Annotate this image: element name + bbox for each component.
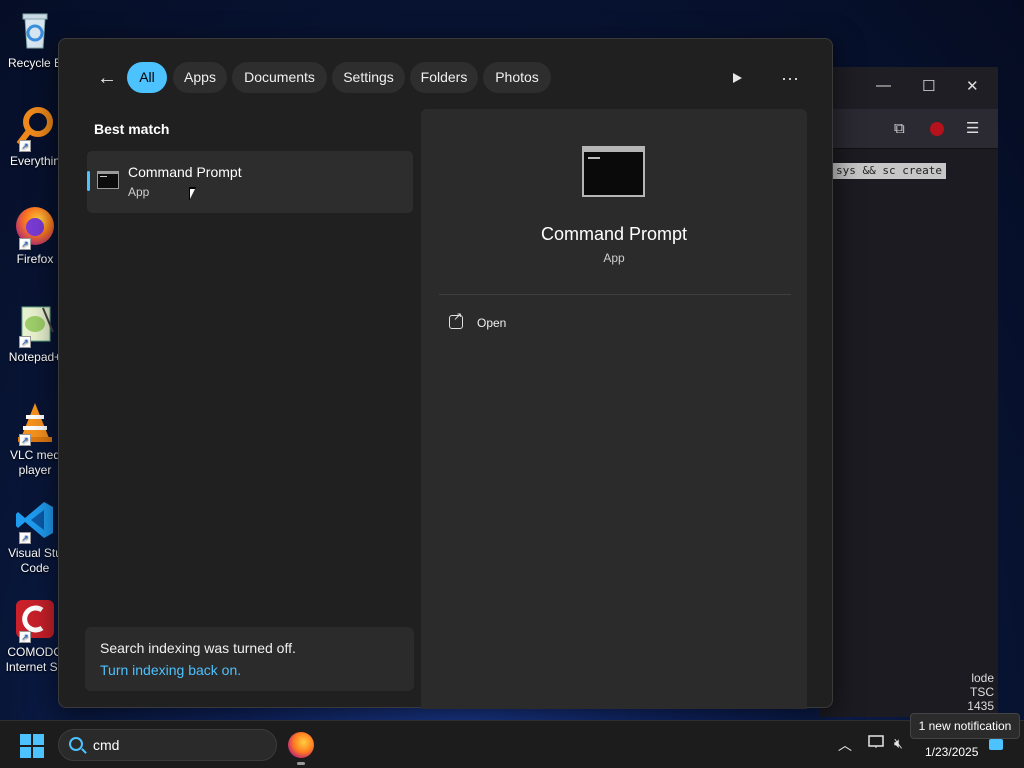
shortcut-arrow-icon: ↗ bbox=[19, 434, 31, 446]
status-text-2: TSC bbox=[970, 685, 994, 699]
browser-content: sys && sc create lode TSC 1435 bbox=[820, 149, 998, 717]
taskbar-search-box[interactable] bbox=[58, 729, 277, 761]
maximize-icon[interactable]: ☐ bbox=[922, 77, 935, 95]
mouse-cursor-fill bbox=[190, 189, 200, 199]
clock-date[interactable]: 1/23/2025 bbox=[925, 745, 978, 759]
shortcut-arrow-icon: ↗ bbox=[19, 631, 31, 643]
ellipsis-icon: ··· bbox=[781, 68, 799, 88]
divider bbox=[439, 294, 791, 295]
selected-code-text: sys && sc create bbox=[832, 163, 946, 179]
back-button[interactable]: ← bbox=[93, 65, 121, 93]
window-titlebar: — ☐ ✕ bbox=[820, 67, 998, 109]
filter-documents[interactable]: Documents bbox=[232, 62, 327, 93]
command-prompt-large-icon bbox=[582, 146, 645, 197]
everything-search-icon: ↗ bbox=[13, 106, 57, 152]
notification-toast[interactable]: 1 new notification bbox=[910, 713, 1020, 739]
open-external-icon bbox=[449, 310, 463, 329]
windows-logo-tile bbox=[20, 747, 31, 758]
status-text-1: lode bbox=[971, 671, 994, 685]
ublock-origin-icon[interactable] bbox=[930, 122, 944, 136]
filter-apps[interactable]: Apps bbox=[173, 62, 227, 93]
filter-photos[interactable]: Photos bbox=[483, 62, 551, 93]
search-input[interactable] bbox=[93, 736, 263, 754]
turn-indexing-on-link[interactable]: Turn indexing back on. bbox=[100, 662, 241, 678]
detail-title: Command Prompt bbox=[540, 224, 688, 244]
start-button[interactable] bbox=[20, 734, 44, 758]
indexing-notice-text: Search indexing was turned off. bbox=[100, 640, 296, 656]
filter-folders[interactable]: Folders bbox=[410, 62, 478, 93]
open-label: Open bbox=[477, 316, 507, 330]
shortcut-arrow-icon: ↗ bbox=[19, 238, 31, 250]
notepad-plus-plus-icon: ↗ bbox=[13, 302, 57, 348]
play-more-filters-button[interactable] bbox=[722, 63, 752, 93]
close-icon[interactable]: ✕ bbox=[966, 77, 979, 95]
chevron-up-icon[interactable]: ︿ bbox=[838, 735, 852, 755]
shortcut-arrow-icon: ↗ bbox=[19, 336, 31, 348]
menu-icon[interactable]: ☰ bbox=[966, 119, 979, 137]
result-title: Command Prompt bbox=[128, 164, 242, 180]
taskbar-firefox-icon[interactable] bbox=[288, 732, 314, 758]
best-match-result[interactable]: Command Prompt App bbox=[87, 151, 413, 213]
filter-settings[interactable]: Settings bbox=[332, 62, 405, 93]
windows-logo-tile bbox=[33, 734, 44, 745]
network-icon[interactable] bbox=[868, 735, 884, 752]
background-browser-window[interactable]: — ☐ ✕ ⧉ ☰ sys && sc create lode TSC 1435 bbox=[820, 67, 998, 717]
notification-icon[interactable] bbox=[989, 739, 1003, 750]
status-text-3: 1435 bbox=[967, 699, 994, 713]
open-action[interactable]: Open bbox=[439, 307, 791, 341]
arrow-left-icon: ← bbox=[97, 67, 117, 89]
start-search-panel: ← All Apps Documents Settings Folders Ph… bbox=[58, 38, 833, 709]
taskbar: ︿ 🔇︎ 1/23/2025 bbox=[0, 720, 1024, 768]
windows-logo-tile bbox=[33, 747, 44, 758]
play-icon bbox=[733, 72, 742, 83]
detail-subtitle: App bbox=[603, 251, 625, 265]
minimize-icon[interactable]: — bbox=[876, 77, 891, 94]
more-options-button[interactable]: ··· bbox=[775, 63, 805, 93]
vscode-icon: ↗ bbox=[13, 498, 57, 544]
filter-all[interactable]: All bbox=[127, 62, 167, 93]
comodo-icon: ↗ bbox=[13, 597, 57, 643]
shortcut-arrow-icon: ↗ bbox=[19, 532, 31, 544]
recycle-bin-icon bbox=[13, 8, 57, 52]
command-prompt-icon bbox=[97, 171, 119, 189]
result-detail-pane: Command Prompt App Open bbox=[421, 109, 807, 709]
result-subtitle: App bbox=[128, 185, 150, 199]
vlc-icon: ↗ bbox=[13, 400, 57, 446]
shortcut-arrow-icon: ↗ bbox=[19, 140, 31, 152]
indexing-notice: Search indexing was turned off. Turn ind… bbox=[85, 627, 414, 691]
extensions-icon[interactable]: ⧉ bbox=[894, 120, 905, 137]
windows-logo-icon bbox=[20, 734, 31, 745]
browser-toolbar: ⧉ ☰ bbox=[820, 109, 998, 149]
volume-muted-icon[interactable]: 🔇︎ bbox=[894, 735, 903, 752]
search-icon bbox=[69, 737, 83, 751]
best-match-heading: Best match bbox=[94, 121, 170, 137]
running-indicator bbox=[297, 762, 305, 765]
selection-indicator bbox=[87, 171, 90, 191]
firefox-icon: ↗ bbox=[13, 204, 57, 250]
